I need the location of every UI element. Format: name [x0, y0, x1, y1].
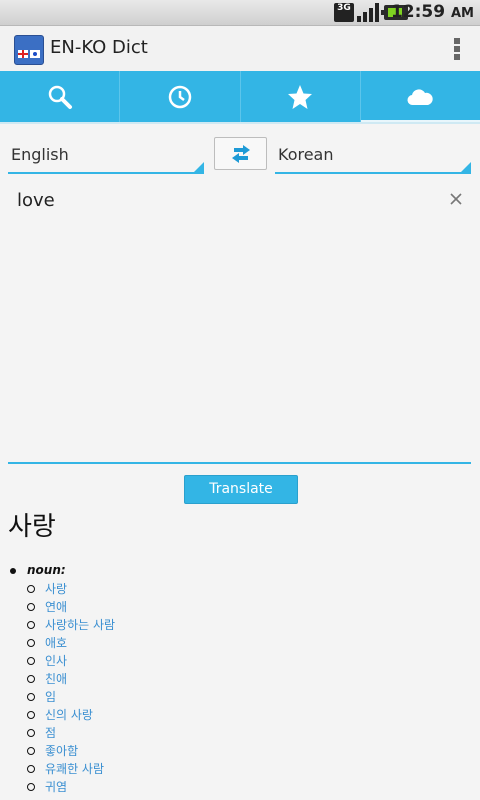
- tab-bar: [0, 71, 480, 124]
- star-icon: [288, 84, 313, 109]
- signal-strength-icon: [357, 3, 379, 22]
- bullet-icon: [10, 567, 16, 574]
- tab-bar-shadow: [0, 122, 480, 124]
- meaning-text: 좋아함: [45, 744, 79, 758]
- source-language-label: English: [11, 145, 69, 164]
- meaning-text: 연애: [45, 600, 68, 614]
- swap-languages-button[interactable]: [214, 137, 267, 170]
- part-of-speech: noun:: [10, 563, 66, 577]
- circle-bullet-icon: [27, 639, 35, 647]
- meaning-text: 귀염: [45, 780, 68, 794]
- meaning-link[interactable]: 좋아함: [27, 742, 115, 760]
- meaning-text: 사랑하는 사람: [45, 618, 116, 632]
- meanings-list: 사랑연애사랑하는 사람애호인사친애임신의 사랑점좋아함유쾌한 사람귀염: [27, 580, 115, 796]
- status-bar: 3G 12:59 AM: [0, 0, 480, 26]
- meaning-text: 친애: [45, 672, 68, 686]
- meaning-link[interactable]: 임: [27, 688, 115, 706]
- meaning-text: 애호: [45, 636, 68, 650]
- tab-favorites[interactable]: [241, 71, 361, 122]
- meaning-text: 점: [45, 726, 57, 740]
- meaning-link[interactable]: 연애: [27, 598, 115, 616]
- overflow-menu-icon[interactable]: [454, 38, 462, 60]
- circle-bullet-icon: [27, 711, 35, 719]
- target-language-label: Korean: [278, 145, 334, 164]
- circle-bullet-icon: [27, 621, 35, 629]
- meaning-link[interactable]: 친애: [27, 670, 115, 688]
- meaning-link[interactable]: 사랑하는 사람: [27, 616, 115, 634]
- meaning-link[interactable]: 귀염: [27, 778, 115, 796]
- meaning-link[interactable]: 유쾌한 사람: [27, 760, 115, 778]
- source-language-spinner[interactable]: English: [8, 140, 204, 174]
- source-text-input[interactable]: love: [8, 185, 471, 464]
- clear-text-icon[interactable]: [447, 190, 465, 208]
- translate-button[interactable]: Translate: [184, 475, 298, 504]
- circle-bullet-icon: [27, 675, 35, 683]
- tab-online-translate[interactable]: [360, 71, 480, 124]
- meaning-link[interactable]: 사랑: [27, 580, 115, 598]
- history-clock-icon: [168, 85, 192, 108]
- meaning-text: 신의 사랑: [45, 708, 93, 722]
- circle-bullet-icon: [27, 783, 35, 791]
- meaning-link[interactable]: 점: [27, 724, 115, 742]
- circle-bullet-icon: [27, 765, 35, 773]
- clock-time: 12:59 AM: [390, 2, 474, 22]
- network-3g-icon: 3G: [334, 3, 354, 22]
- dropdown-triangle-icon: [461, 162, 471, 172]
- meaning-text: 임: [45, 690, 57, 704]
- meaning-link[interactable]: 인사: [27, 652, 115, 670]
- search-icon: [48, 85, 72, 109]
- action-bar: EN-KO Dict: [0, 26, 480, 71]
- circle-bullet-icon: [27, 693, 35, 701]
- app-title: EN-KO Dict: [50, 37, 148, 58]
- meaning-text: 유쾌한 사람: [45, 762, 105, 776]
- tab-history[interactable]: [120, 71, 241, 122]
- meaning-link[interactable]: 신의 사랑: [27, 706, 115, 724]
- tab-search[interactable]: [0, 71, 121, 122]
- circle-bullet-icon: [27, 729, 35, 737]
- result-headword: 사랑: [8, 512, 56, 542]
- app-logo-icon: [14, 35, 44, 65]
- circle-bullet-icon: [27, 603, 35, 611]
- meaning-text: 사랑: [45, 582, 68, 596]
- source-text-value: love: [17, 190, 55, 211]
- cloud-icon: [407, 88, 434, 105]
- swap-arrows-icon: [231, 144, 250, 163]
- dropdown-triangle-icon: [194, 162, 204, 172]
- meaning-link[interactable]: 애호: [27, 634, 115, 652]
- circle-bullet-icon: [27, 657, 35, 665]
- target-language-spinner[interactable]: Korean: [275, 140, 471, 174]
- meaning-text: 인사: [45, 654, 68, 668]
- circle-bullet-icon: [27, 585, 35, 593]
- circle-bullet-icon: [27, 747, 35, 755]
